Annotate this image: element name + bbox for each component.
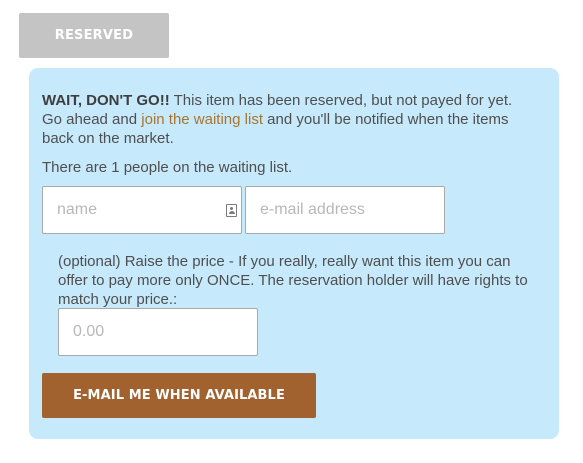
waiting-list-message: WAIT, DON'T GO!! This item has been rese… [42, 91, 534, 148]
waiting-list-count: There are 1 people on the waiting list. [42, 159, 293, 176]
wait-headline: WAIT, DON'T GO!! [42, 92, 170, 109]
reserved-button[interactable]: RESERVED [19, 13, 169, 58]
raise-price-note: (optional) Raise the price - If you real… [58, 253, 528, 308]
email-me-button[interactable]: E-MAIL ME WHEN AVAILABLE [42, 373, 316, 418]
join-waiting-list-link[interactable]: join the waiting list [141, 111, 263, 128]
email-input[interactable] [245, 186, 445, 234]
name-input[interactable] [42, 186, 242, 234]
price-input[interactable] [58, 308, 258, 356]
contact-card-icon [226, 204, 237, 217]
waiting-list-panel: WAIT, DON'T GO!! This item has been rese… [29, 68, 559, 439]
